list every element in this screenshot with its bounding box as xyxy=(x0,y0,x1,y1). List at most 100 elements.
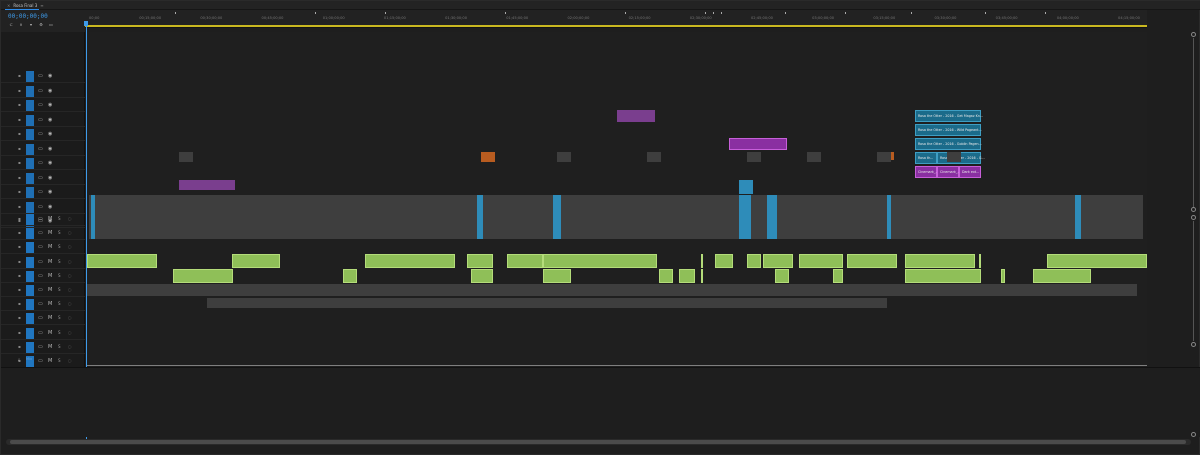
video-clip-strip[interactable] xyxy=(89,195,1143,239)
sync-lock-icon[interactable]: ▭ xyxy=(38,146,43,152)
eye-icon[interactable]: ◉ xyxy=(48,73,52,79)
title-clip[interactable] xyxy=(617,110,655,122)
video-clip[interactable] xyxy=(553,195,561,239)
video-clip[interactable] xyxy=(179,152,193,162)
lock-icon[interactable]: ▪ xyxy=(18,273,22,278)
solo-icon[interactable]: S xyxy=(58,259,61,265)
voiceover-mic-icon[interactable]: ◌ xyxy=(68,273,72,279)
voiceover-mic-icon[interactable]: ◌ xyxy=(68,216,72,222)
solo-icon[interactable]: S xyxy=(58,330,61,336)
sync-lock-icon[interactable]: ▭ xyxy=(38,244,43,250)
lock-icon[interactable]: ▪ xyxy=(18,259,22,264)
mute-icon[interactable]: M xyxy=(48,344,52,350)
snap-icon[interactable]: ⊂ xyxy=(8,22,14,28)
voiceover-mic-icon[interactable]: ◌ xyxy=(68,315,72,321)
track-target-toggle[interactable] xyxy=(26,129,34,140)
vertical-zoom-controls[interactable] xyxy=(1190,32,1198,437)
sync-lock-icon[interactable]: ▭ xyxy=(38,287,43,293)
audio-clip[interactable] xyxy=(847,254,897,268)
video-clip[interactable] xyxy=(739,195,751,239)
sync-lock-icon[interactable]: ▭ xyxy=(38,175,43,181)
ruler-marker[interactable] xyxy=(705,12,706,14)
sync-lock-icon[interactable]: ▭ xyxy=(38,73,43,79)
zoom-handle-end[interactable] xyxy=(1191,432,1196,437)
voiceover-mic-icon[interactable]: ◌ xyxy=(68,244,72,250)
lock-icon[interactable]: ▪ xyxy=(18,88,22,93)
playhead-timecode[interactable]: 00;00;00;00 xyxy=(8,13,48,20)
tab-sequence[interactable]: × Rosa Final 3 ≡ xyxy=(7,2,44,9)
eye-icon[interactable]: ◉ xyxy=(48,175,52,181)
track-target-toggle[interactable] xyxy=(26,327,34,339)
audio-clip[interactable] xyxy=(799,254,843,268)
title-clip[interactable] xyxy=(481,152,495,162)
lock-icon[interactable]: ▪ xyxy=(18,190,22,194)
ruler-marker[interactable] xyxy=(385,12,386,14)
lock-icon[interactable]: ▪ xyxy=(18,103,22,107)
work-area-bar[interactable] xyxy=(85,25,1147,27)
mute-icon[interactable]: M xyxy=(48,287,52,293)
lock-icon[interactable]: ▪ xyxy=(18,231,22,235)
audio-clip[interactable] xyxy=(833,269,843,283)
audio-clip[interactable] xyxy=(905,254,975,268)
settings-wrench-icon[interactable]: ⚙ xyxy=(38,22,44,28)
track-target-toggle[interactable] xyxy=(26,214,34,225)
track-target-toggle[interactable] xyxy=(26,270,34,282)
horizontal-scrollbar[interactable] xyxy=(6,439,1191,445)
voiceover-mic-icon[interactable]: ◌ xyxy=(68,330,72,336)
solo-icon[interactable]: S xyxy=(58,287,61,293)
ruler-marker[interactable] xyxy=(1045,12,1046,14)
track-target-toggle[interactable] xyxy=(26,285,34,296)
sync-lock-icon[interactable]: ▭ xyxy=(38,273,43,279)
title-clip[interactable] xyxy=(729,138,787,150)
track-target-toggle[interactable] xyxy=(26,313,34,325)
ruler-marker[interactable] xyxy=(845,12,846,14)
track-target-toggle[interactable] xyxy=(26,201,34,213)
sync-lock-icon[interactable]: ▭ xyxy=(38,117,43,123)
audio-clip[interactable] xyxy=(232,254,280,268)
audio-clip[interactable] xyxy=(173,269,233,283)
track-target-toggle[interactable] xyxy=(26,143,34,155)
zoom-handle-mid2[interactable] xyxy=(1191,215,1196,220)
audio-clip[interactable] xyxy=(701,269,703,283)
lock-icon[interactable]: ▪ xyxy=(18,245,22,249)
ruler-marker[interactable] xyxy=(721,12,722,14)
video-clip[interactable] xyxy=(739,180,753,194)
track-target-toggle[interactable] xyxy=(26,228,34,240)
mute-icon[interactable]: M xyxy=(48,259,52,265)
track-target-toggle[interactable] xyxy=(26,172,34,184)
sync-lock-icon[interactable]: ▭ xyxy=(38,131,43,137)
audio-clip[interactable] xyxy=(543,269,571,283)
solo-icon[interactable]: S xyxy=(58,301,61,307)
track-target-toggle[interactable] xyxy=(26,71,34,82)
lock-icon[interactable]: ▪ xyxy=(18,217,22,221)
track-target-toggle[interactable] xyxy=(26,256,34,268)
audio-clip[interactable] xyxy=(659,269,673,283)
clip-title-2[interactable]: Rosa the Otter - 2016 - Wild Pageant... xyxy=(915,124,982,136)
voiceover-mic-icon[interactable]: ◌ xyxy=(68,259,72,265)
zoom-handle-top[interactable] xyxy=(1191,32,1196,37)
video-clip[interactable] xyxy=(91,195,95,239)
mute-icon[interactable]: M xyxy=(48,301,52,307)
track-area[interactable]: Rosa the Otter - 2016 - Get Magaz Kn... … xyxy=(87,32,1147,367)
scrollbar-thumb[interactable] xyxy=(10,440,1186,444)
zoom-handle-bottom[interactable] xyxy=(1191,342,1196,347)
lock-icon[interactable]: ▪ xyxy=(18,344,22,349)
voiceover-mic-icon[interactable]: ◌ xyxy=(68,287,72,293)
sync-lock-icon[interactable]: ▭ xyxy=(38,301,43,307)
sync-lock-icon[interactable]: ▭ xyxy=(38,88,43,94)
track-target-toggle[interactable] xyxy=(26,85,34,97)
audio-clip[interactable] xyxy=(507,254,543,268)
eye-icon[interactable]: ◉ xyxy=(48,117,52,123)
video-clip[interactable] xyxy=(947,152,961,162)
audio-clip[interactable] xyxy=(467,254,493,268)
video-clip[interactable] xyxy=(877,152,891,162)
clip-title-6[interactable]: Cinemark_... xyxy=(915,166,939,178)
sync-lock-icon[interactable]: ▭ xyxy=(38,230,43,236)
close-icon[interactable]: × xyxy=(7,3,10,8)
track-target-toggle[interactable] xyxy=(26,242,34,254)
sync-lock-icon[interactable]: ▭ xyxy=(38,330,43,336)
mute-icon[interactable]: M xyxy=(48,230,52,236)
lock-icon[interactable]: ▪ xyxy=(18,330,22,335)
clip-title-3[interactable]: Rosa the Otter - 2016 - Goblin Pagen... xyxy=(915,138,982,150)
audio-clip[interactable] xyxy=(763,254,793,268)
